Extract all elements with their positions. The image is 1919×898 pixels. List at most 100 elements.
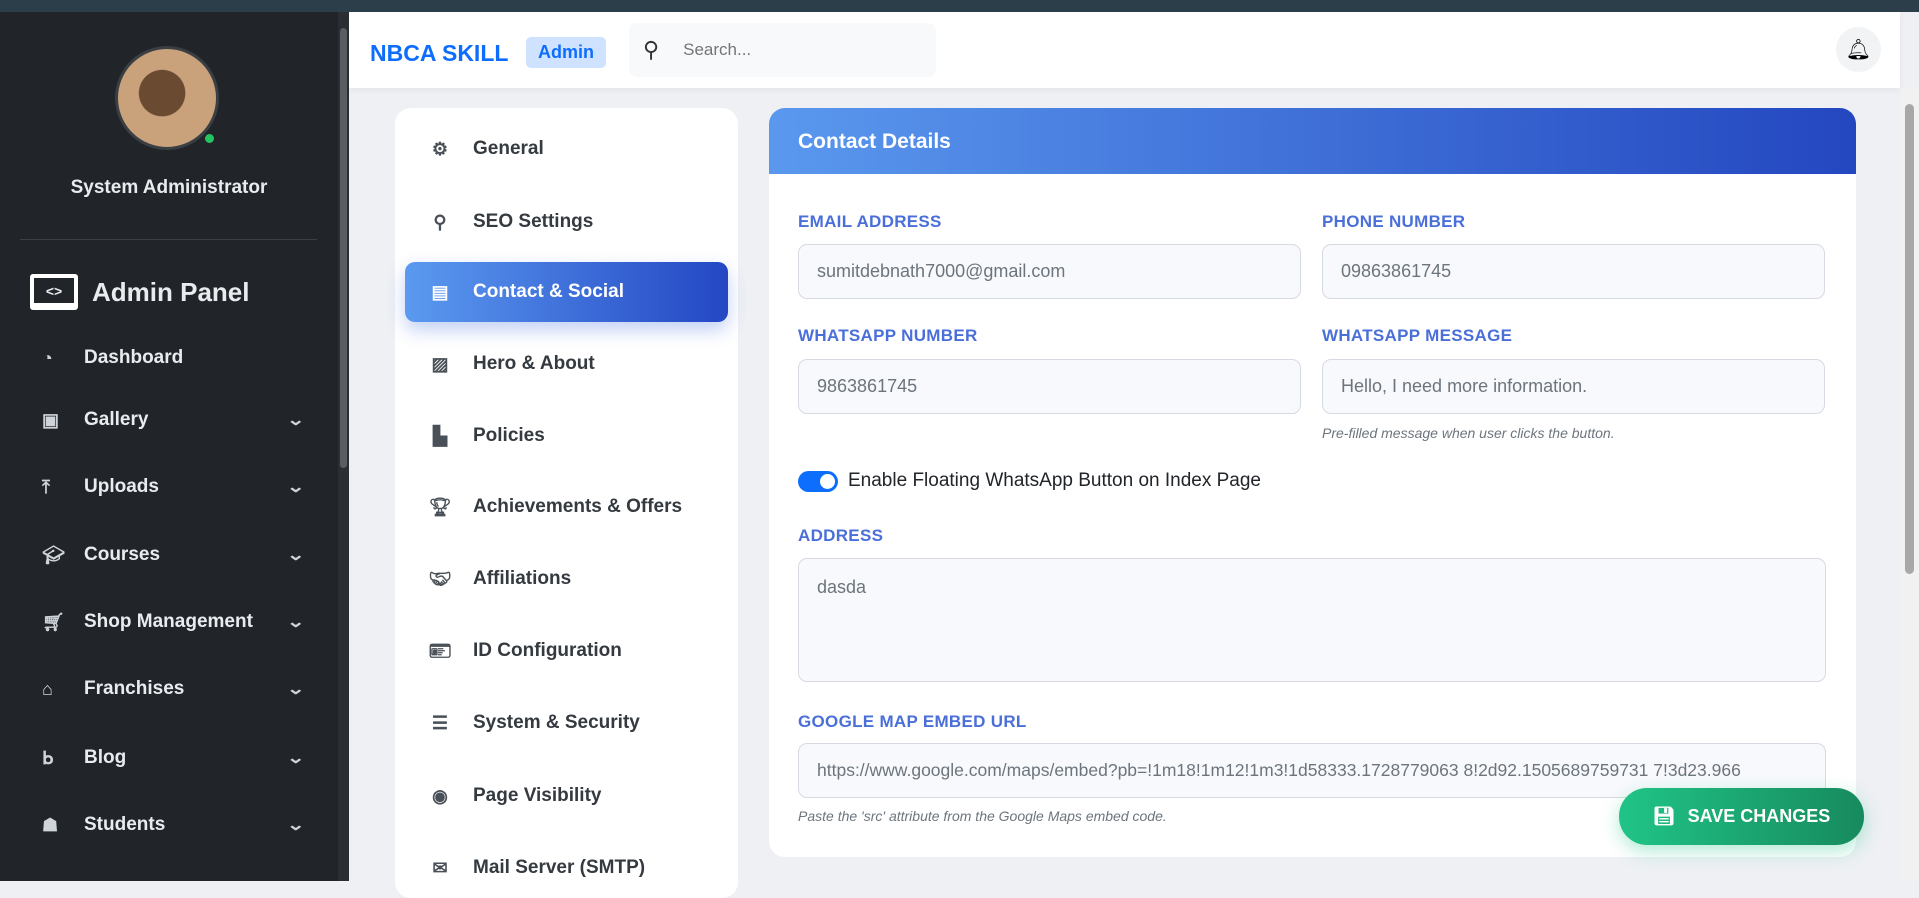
window-top-bar <box>0 0 1919 12</box>
contact-details-card: Contact Details EMAIL ADDRESS sumitdebna… <box>769 108 1856 857</box>
whatsapp-message-field[interactable]: Hello, I need more information. <box>1322 359 1825 414</box>
search-icon: ⚲ <box>643 37 660 62</box>
divider <box>20 239 317 240</box>
handshake-icon: 🤝︎ <box>428 568 452 589</box>
blog-icon: ᖯ <box>42 747 54 768</box>
map-url-label: GOOGLE MAP EMBED URL <box>798 712 1027 731</box>
images-icon: ▣ <box>42 409 60 430</box>
cart-icon: 🛒︎ <box>42 611 65 632</box>
id-card-icon: 🪪︎ <box>428 640 452 661</box>
search-box[interactable]: ⚲ <box>629 23 936 77</box>
sidebar-item-franchises[interactable]: ⌂ Franchises ⌄ <box>42 678 305 700</box>
tab-label: Contact & Social <box>473 281 624 302</box>
envelope-icon: ✉ <box>432 857 448 878</box>
chevron-down-icon: ⌄ <box>285 412 305 429</box>
phone-label: PHONE NUMBER <box>1322 212 1466 231</box>
chevron-down-icon: ⌄ <box>285 681 305 698</box>
tab-label: Achievements & Offers <box>473 496 683 517</box>
map-url-help: Paste the 'src' attribute from the Googl… <box>798 808 1167 824</box>
tab-label: SEO Settings <box>473 211 594 232</box>
settings-tab-hero-about[interactable]: ▨ Hero & About <box>405 334 728 394</box>
settings-tab-id-configuration[interactable]: 🪪︎ ID Configuration <box>405 621 728 681</box>
whatsapp-number-field[interactable]: 9863861745 <box>798 359 1301 414</box>
phone-field[interactable]: 09863861745 <box>1322 244 1825 299</box>
whatsapp-message-help: Pre-filled message when user clicks the … <box>1322 425 1615 441</box>
tab-label: Page Visibility <box>473 785 602 806</box>
brand-label: Admin Panel <box>92 276 250 307</box>
sidebar-item-courses[interactable]: 🎓︎ Courses ⌄ <box>42 544 305 566</box>
brand: <> Admin Panel <box>30 274 249 310</box>
chevron-down-icon: ⌄ <box>285 547 305 564</box>
notifications-button[interactable]: 🔔︎ <box>1836 27 1881 72</box>
chevron-down-icon: ⌄ <box>285 750 305 767</box>
upload-icon: ⤒ <box>42 476 50 497</box>
sidebar-item-label: Gallery <box>84 409 149 430</box>
search-input[interactable] <box>683 40 905 60</box>
settings-tab-policies[interactable]: ▙ Policies <box>405 406 728 466</box>
sidebar-item-dashboard[interactable]: ◔ Dashboard <box>42 347 302 369</box>
gear-icon: ⚙ <box>431 138 449 159</box>
laptop-code-icon: <> <box>30 274 78 310</box>
search-icon: ⚲ <box>433 211 447 232</box>
settings-tab-page-visibility[interactable]: ◉ Page Visibility <box>405 766 728 826</box>
address-book-icon: ▤ <box>431 281 449 302</box>
tab-label: Mail Server (SMTP) <box>473 857 646 878</box>
graduation-cap-icon: 🎓︎ <box>42 544 65 565</box>
save-changes-button[interactable]: 💾︎ SAVE CHANGES <box>1619 788 1864 845</box>
sidebar-item-blog[interactable]: ᖯ Blog ⌄ <box>42 747 305 769</box>
settings-tab-general[interactable]: ⚙ General <box>405 119 728 179</box>
tab-label: Affiliations <box>473 568 572 589</box>
save-label: SAVE CHANGES <box>1687 806 1831 826</box>
chevron-down-icon: ⌄ <box>285 614 305 631</box>
sidebar-item-label: Shop Management <box>84 611 253 632</box>
sidebar-item-gallery[interactable]: ▣ Gallery ⌄ <box>42 409 305 431</box>
tab-label: System & Security <box>473 712 640 733</box>
tab-label: Hero & About <box>473 353 595 374</box>
tab-label: General <box>473 138 544 159</box>
settings-tab-affiliations[interactable]: 🤝︎ Affiliations <box>405 549 728 609</box>
sidebar-item-label: Blog <box>84 747 127 768</box>
email-field[interactable]: sumitdebnath7000@gmail.com <box>798 244 1301 299</box>
tachometer-icon: ◔ <box>42 347 53 368</box>
address-textarea[interactable]: dasda <box>798 558 1826 682</box>
address-label: ADDRESS <box>798 526 884 545</box>
main-scrollbar[interactable] <box>1900 88 1919 881</box>
whatsapp-number-label: WHATSAPP NUMBER <box>798 326 978 345</box>
site-logo[interactable]: NBCA SKILL <box>370 40 508 67</box>
settings-tab-system-security[interactable]: ☰ System & Security <box>405 693 728 753</box>
eye-icon: ◉ <box>432 785 448 806</box>
settings-tab-contact-social[interactable]: ▤ Contact & Social <box>405 262 728 322</box>
user-name: System Administrator <box>70 177 268 198</box>
tab-label: Policies <box>473 425 545 446</box>
chevron-down-icon: ⌄ <box>285 479 305 496</box>
sidebar-item-label: Franchises <box>84 678 185 699</box>
trophy-icon: 🏆︎ <box>428 496 452 517</box>
server-icon: ☰ <box>431 712 449 733</box>
settings-tab-seo[interactable]: ⚲ SEO Settings <box>405 192 728 252</box>
student-icon: ☗ <box>42 814 59 835</box>
whatsapp-message-label: WHATSAPP MESSAGE <box>1322 326 1513 345</box>
sidebar: System Administrator <> Admin Panel ◔ Dash… <box>0 12 338 881</box>
sidebar-item-students[interactable]: ☗ Students ⌄ <box>42 814 305 836</box>
online-status-dot <box>203 132 216 145</box>
sidebar-item-shop-management[interactable]: 🛒︎ Shop Management ⌄ <box>42 611 305 633</box>
sidebar-scrollbar[interactable] <box>338 12 349 881</box>
settings-tab-mail-server[interactable]: ✉ Mail Server (SMTP) <box>405 838 728 898</box>
bell-icon: 🔔︎ <box>1845 39 1872 61</box>
chevron-down-icon: ⌄ <box>285 817 305 834</box>
sidebar-item-uploads[interactable]: ⤒ Uploads ⌄ <box>42 476 305 498</box>
settings-tab-achievements[interactable]: 🏆︎ Achievements & Offers <box>405 477 728 537</box>
email-label: EMAIL ADDRESS <box>798 212 942 231</box>
sidebar-item-label: Uploads <box>84 476 159 497</box>
file-contract-icon: ▙ <box>433 425 447 446</box>
floating-whatsapp-toggle[interactable] <box>798 471 838 492</box>
floating-whatsapp-toggle-label[interactable]: Enable Floating WhatsApp Button on Index… <box>848 470 1261 492</box>
tab-label: ID Configuration <box>473 640 622 661</box>
sidebar-item-label: Dashboard <box>84 347 184 368</box>
role-badge: Admin <box>526 37 606 68</box>
settings-nav: ⚙ General ⚲ SEO Settings ▤ Contact & Social… <box>395 108 738 898</box>
sidebar-item-label: Courses <box>84 544 161 565</box>
sidebar-item-label: Students <box>84 814 166 835</box>
store-icon: ⌂ <box>42 678 53 699</box>
card-title: Contact Details <box>769 108 1856 174</box>
